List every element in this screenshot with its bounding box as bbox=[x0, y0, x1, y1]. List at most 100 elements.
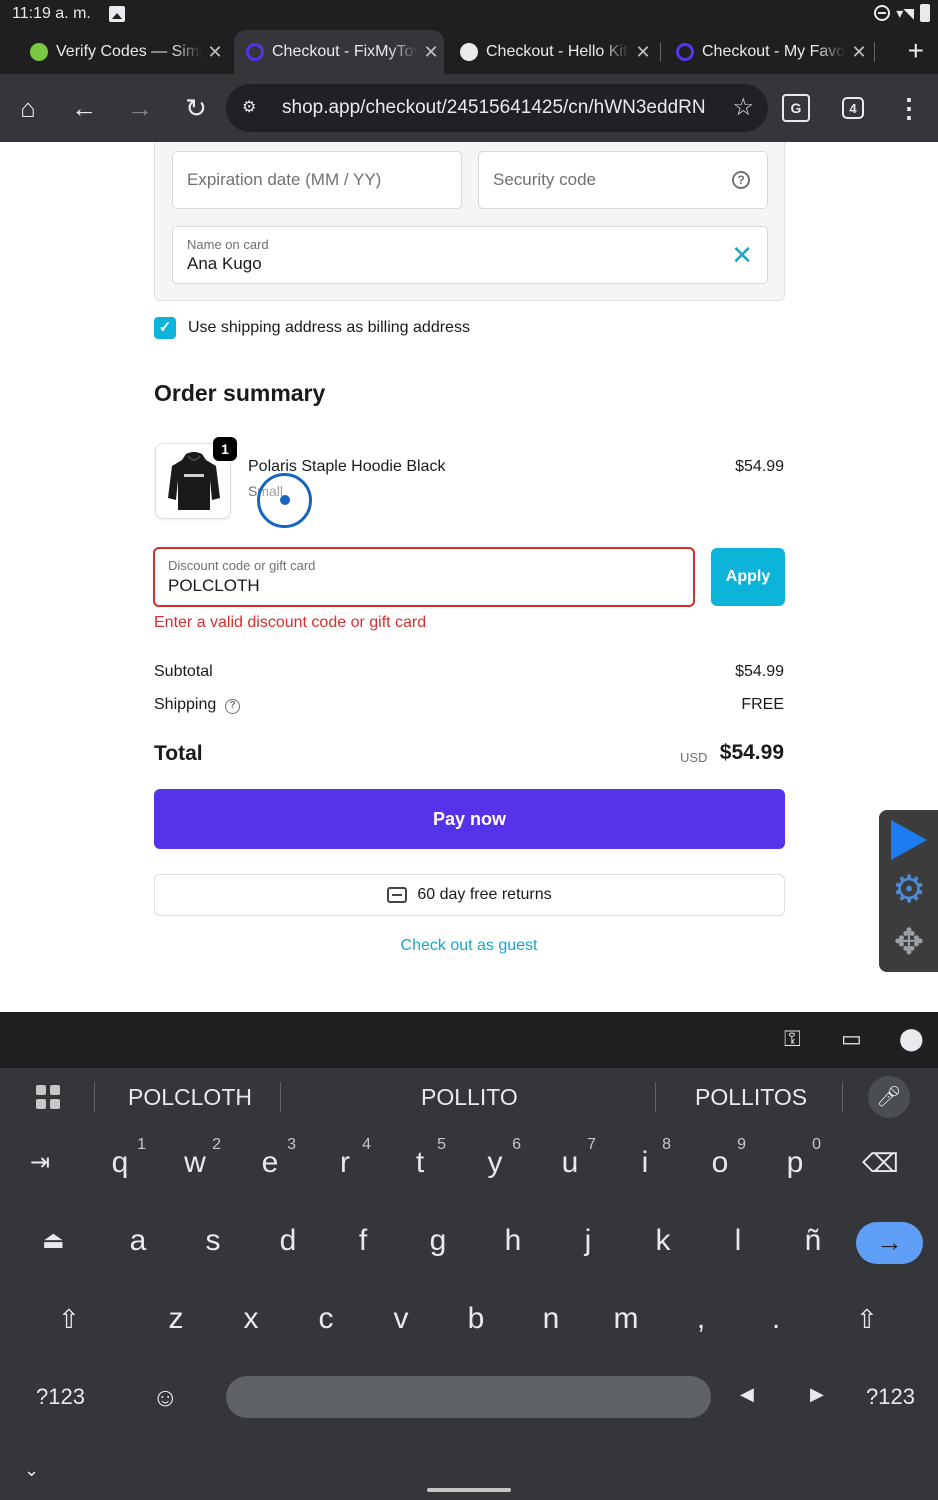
apply-button[interactable]: Apply bbox=[711, 548, 785, 606]
key-n[interactable]: n bbox=[533, 1302, 569, 1336]
back-icon[interactable]: ← bbox=[64, 88, 104, 128]
key-j[interactable]: j bbox=[570, 1224, 606, 1258]
suggestion-1[interactable]: POLCLOTH bbox=[128, 1084, 252, 1111]
key-q[interactable]: q1 bbox=[102, 1136, 146, 1180]
chevron-down-icon[interactable]: ⌄ bbox=[24, 1460, 39, 1481]
status-bar: 11:19 a. m. ▾◥ bbox=[0, 0, 938, 30]
key-k[interactable]: k bbox=[645, 1224, 681, 1258]
key-f[interactable]: f bbox=[345, 1224, 381, 1258]
help-icon[interactable]: ? bbox=[732, 171, 750, 189]
key-p[interactable]: p0 bbox=[777, 1136, 821, 1180]
location-pin-icon[interactable]: ⬤ bbox=[899, 1026, 924, 1052]
key-x[interactable]: x bbox=[233, 1302, 269, 1336]
tab-switcher-button[interactable]: 4 bbox=[833, 88, 873, 128]
key-h[interactable]: h bbox=[495, 1224, 531, 1258]
microphone-icon[interactable]: 🎤︎ bbox=[868, 1076, 910, 1118]
suggestion-divider bbox=[280, 1082, 281, 1112]
space-bar[interactable] bbox=[226, 1376, 711, 1418]
key-icon[interactable]: ⚿ bbox=[784, 1026, 801, 1052]
billing-address-checkbox-row[interactable]: ✓ Use shipping address as billing addres… bbox=[154, 317, 470, 339]
key-a[interactable]: a bbox=[120, 1224, 156, 1258]
key-ñ[interactable]: ñ bbox=[795, 1224, 831, 1258]
key-letter: y bbox=[487, 1146, 503, 1179]
shift-icon[interactable]: ⇧ bbox=[856, 1304, 878, 1335]
bookmark-star-icon[interactable]: ☆ bbox=[732, 93, 754, 122]
symbols-key-left[interactable]: ?123 bbox=[36, 1384, 85, 1410]
key-o[interactable]: o9 bbox=[702, 1136, 746, 1180]
key-number-hint: 6 bbox=[512, 1136, 521, 1153]
tab-verify-codes[interactable]: Verify Codes — SimplyCodes ✕ bbox=[18, 30, 228, 74]
expiration-date-field[interactable]: Expiration date (MM / YY) bbox=[172, 151, 462, 209]
billing-address-checkbox[interactable]: ✓ bbox=[154, 317, 176, 339]
checkout-as-guest-link[interactable]: Check out as guest bbox=[0, 937, 938, 955]
shipping-help-icon[interactable]: ? bbox=[225, 699, 240, 714]
key-number-hint: 3 bbox=[287, 1136, 296, 1153]
guest-link-label[interactable]: Check out as guest bbox=[401, 937, 538, 954]
key-comma[interactable]: , bbox=[683, 1302, 719, 1336]
translate-button[interactable]: G bbox=[776, 88, 816, 128]
tab-key-icon[interactable]: ⇥ bbox=[30, 1148, 50, 1177]
tab-checkout-fixmytoys[interactable]: Checkout - FixMyToys ✕ bbox=[234, 30, 444, 74]
key-r[interactable]: r4 bbox=[327, 1136, 371, 1180]
suggestion-2[interactable]: POLLITO bbox=[421, 1084, 518, 1111]
close-icon[interactable]: ✕ bbox=[846, 42, 872, 63]
tab-count: 4 bbox=[842, 97, 864, 119]
apps-grid-icon[interactable] bbox=[36, 1085, 60, 1109]
close-icon[interactable]: ✕ bbox=[418, 42, 444, 63]
discount-code-input[interactable]: Discount code or gift card POLCLOTH bbox=[153, 547, 695, 607]
key-t[interactable]: t5 bbox=[402, 1136, 446, 1180]
key-m[interactable]: m bbox=[608, 1302, 644, 1336]
key-letter: i bbox=[641, 1146, 649, 1179]
move-icon[interactable]: ✥ bbox=[887, 920, 931, 964]
key-e[interactable]: e3 bbox=[252, 1136, 296, 1180]
key-s[interactable]: s bbox=[195, 1224, 231, 1258]
gear-icon[interactable]: ⚙ bbox=[887, 868, 931, 912]
key-v[interactable]: v bbox=[383, 1302, 419, 1336]
returns-icon bbox=[387, 887, 408, 903]
tab-separator bbox=[874, 42, 875, 62]
discount-error-message: Enter a valid discount code or gift card bbox=[154, 614, 427, 631]
close-icon[interactable]: ✕ bbox=[630, 42, 656, 63]
shift-icon[interactable]: ⇧ bbox=[58, 1304, 80, 1335]
cursor-right-icon[interactable]: ▶ bbox=[810, 1384, 824, 1405]
key-letter: w bbox=[184, 1146, 206, 1179]
key-w[interactable]: w2 bbox=[177, 1136, 221, 1180]
key-g[interactable]: g bbox=[420, 1224, 456, 1258]
close-icon[interactable]: ✕ bbox=[202, 42, 228, 63]
home-icon[interactable]: ⌂ bbox=[8, 88, 48, 128]
reload-icon[interactable]: ↻ bbox=[176, 88, 216, 128]
clear-icon[interactable]: ✕ bbox=[731, 240, 753, 270]
tab-checkout-my-favorite[interactable]: Checkout - My Favorite ✕ bbox=[664, 30, 872, 74]
tab-checkout-hello-kitty[interactable]: Checkout - Hello Kitty ✕ bbox=[448, 30, 656, 74]
backspace-icon[interactable]: ⌫ bbox=[862, 1148, 899, 1179]
key-u[interactable]: u7 bbox=[552, 1136, 596, 1180]
key-y[interactable]: y6 bbox=[477, 1136, 522, 1180]
suggestion-3[interactable]: POLLITOS bbox=[695, 1084, 807, 1111]
cursor-left-icon[interactable]: ◀ bbox=[740, 1384, 754, 1405]
key-z[interactable]: z bbox=[158, 1302, 194, 1336]
order-summary-title: Order summary bbox=[154, 380, 326, 406]
name-on-card-field[interactable]: Name on card Ana Kugo ✕ bbox=[172, 226, 768, 284]
key-l[interactable]: l bbox=[720, 1224, 756, 1258]
key-period[interactable]: . bbox=[758, 1302, 794, 1336]
address-bar[interactable]: ⚙ shop.app/checkout/24515641425/cn/hWN3e… bbox=[226, 84, 768, 132]
pay-now-button[interactable]: Pay now bbox=[154, 789, 785, 849]
site-settings-icon[interactable]: ⚙ bbox=[242, 98, 262, 118]
symbols-key-right[interactable]: ?123 bbox=[866, 1384, 915, 1410]
key-b[interactable]: b bbox=[458, 1302, 494, 1336]
tab-label: Checkout - My Favorite bbox=[702, 43, 846, 60]
key-i[interactable]: i8 bbox=[627, 1136, 671, 1180]
key-d[interactable]: d bbox=[270, 1224, 306, 1258]
forward-icon[interactable]: → bbox=[120, 88, 160, 128]
enter-key[interactable]: → bbox=[856, 1222, 923, 1264]
new-tab-icon[interactable]: + bbox=[908, 36, 924, 66]
security-code-field[interactable]: Security code ? bbox=[478, 151, 768, 209]
emoji-icon[interactable]: ☺ bbox=[152, 1382, 179, 1413]
menu-dots-icon[interactable]: ⋮ bbox=[889, 88, 929, 128]
play-icon[interactable] bbox=[891, 820, 927, 860]
navigation-handle[interactable] bbox=[427, 1488, 511, 1492]
keyboard: ⇥ q1w2e3r4t5y6u7i8o9p0 ⌫ ⏏ asdfghjklñ → … bbox=[0, 1126, 938, 1500]
hide-keyboard-mode-icon[interactable]: ⏏ bbox=[42, 1226, 65, 1255]
credit-card-icon[interactable]: ▭ bbox=[841, 1026, 862, 1052]
key-c[interactable]: c bbox=[308, 1302, 344, 1336]
